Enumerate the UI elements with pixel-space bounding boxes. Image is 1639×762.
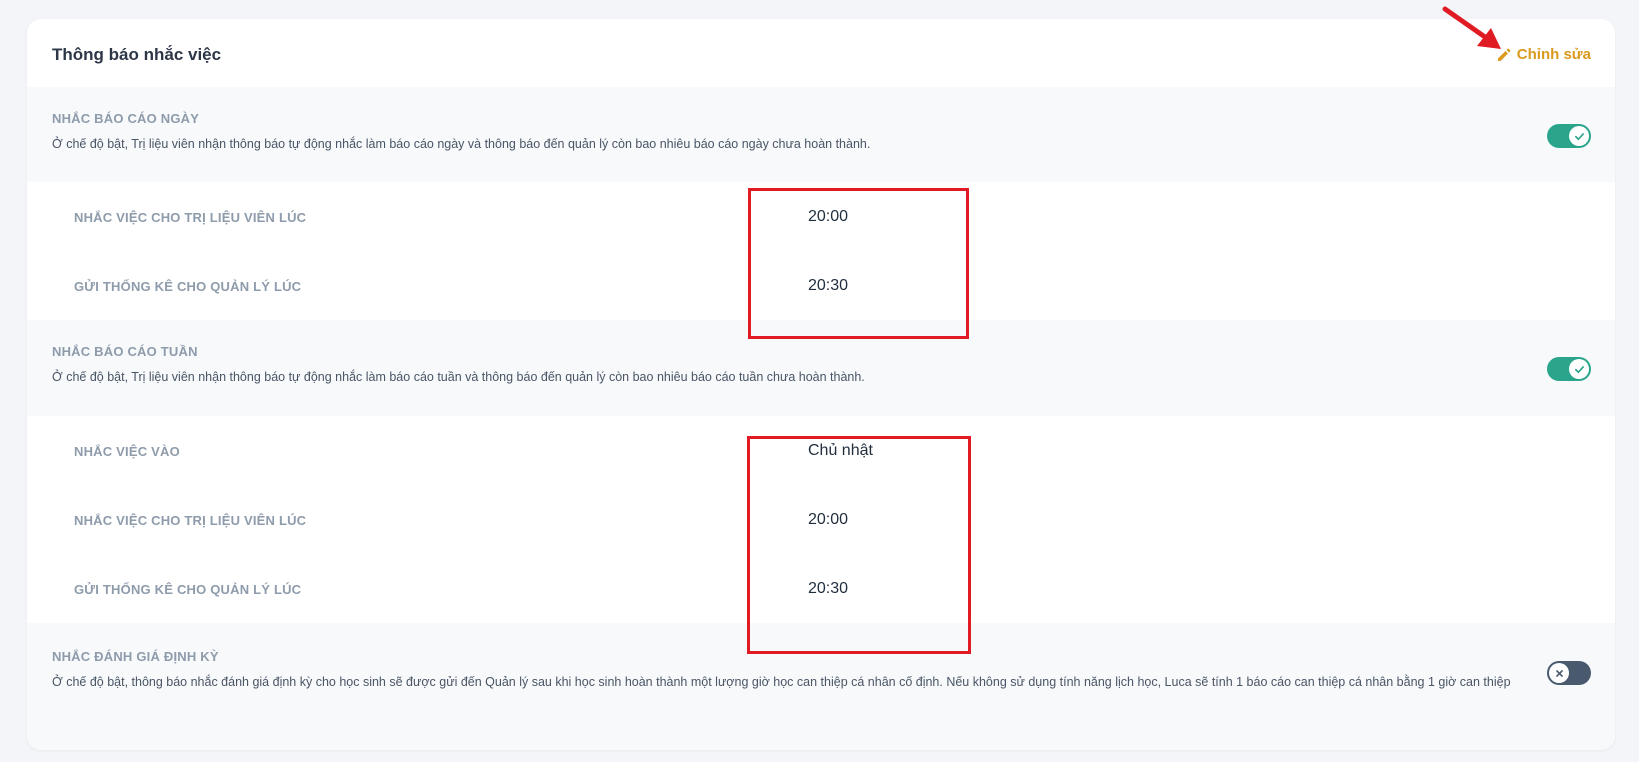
row-label: GỬI THỐNG KÊ CHO QUẢN LÝ LÚC xyxy=(74,279,302,294)
row-label: NHẮC VIỆC CHO TRỊ LIỆU VIÊN LÚC xyxy=(74,210,307,225)
periodic-assessment-toggle[interactable] xyxy=(1547,661,1591,685)
section-daily-description: Ở chế độ bật, Trị liệu viên nhận thông b… xyxy=(52,137,871,151)
check-icon xyxy=(1574,132,1584,140)
weekly-report-toggle[interactable] xyxy=(1547,357,1591,381)
section-periodic-title: NHẮC ĐÁNH GIÁ ĐỊNH KỲ xyxy=(52,649,219,664)
section-daily-title: NHẮC BÁO CÁO NGÀY xyxy=(52,111,200,126)
toggle-knob xyxy=(1569,126,1589,146)
card-title: Thông báo nhắc việc xyxy=(52,45,222,64)
row-label: GỬI THỐNG KÊ CHO QUẢN LÝ LÚC xyxy=(74,582,302,597)
arrow-icon xyxy=(1442,6,1501,49)
section-weekly-title: NHẮC BÁO CÁO TUẦN xyxy=(52,344,198,359)
section-daily-report: NHẮC BÁO CÁO NGÀY Ở chế độ bật, Trị liệu… xyxy=(27,87,1615,182)
toggle-knob xyxy=(1569,359,1589,379)
toggle-knob xyxy=(1549,663,1569,683)
edit-button[interactable]: Chỉnh sửa xyxy=(1496,46,1591,63)
annotation-highlight-daily xyxy=(748,188,969,339)
daily-report-toggle[interactable] xyxy=(1547,124,1591,148)
edit-button-label: Chỉnh sửa xyxy=(1516,46,1591,63)
annotation-highlight-weekly xyxy=(747,436,971,654)
section-weekly-description: Ở chế độ bật, Trị liệu viên nhận thông b… xyxy=(52,370,865,384)
row-label: NHẮC VIỆC VÀO xyxy=(74,444,180,459)
section-periodic-description: Ở chế độ bật, thông báo nhắc đánh giá đị… xyxy=(52,675,1511,689)
x-icon xyxy=(1555,669,1563,677)
check-icon xyxy=(1574,365,1584,373)
row-label: NHẮC VIỆC CHO TRỊ LIỆU VIÊN LÚC xyxy=(74,513,307,528)
card-header: Thông báo nhắc việc Chỉnh sửa xyxy=(27,19,1615,91)
